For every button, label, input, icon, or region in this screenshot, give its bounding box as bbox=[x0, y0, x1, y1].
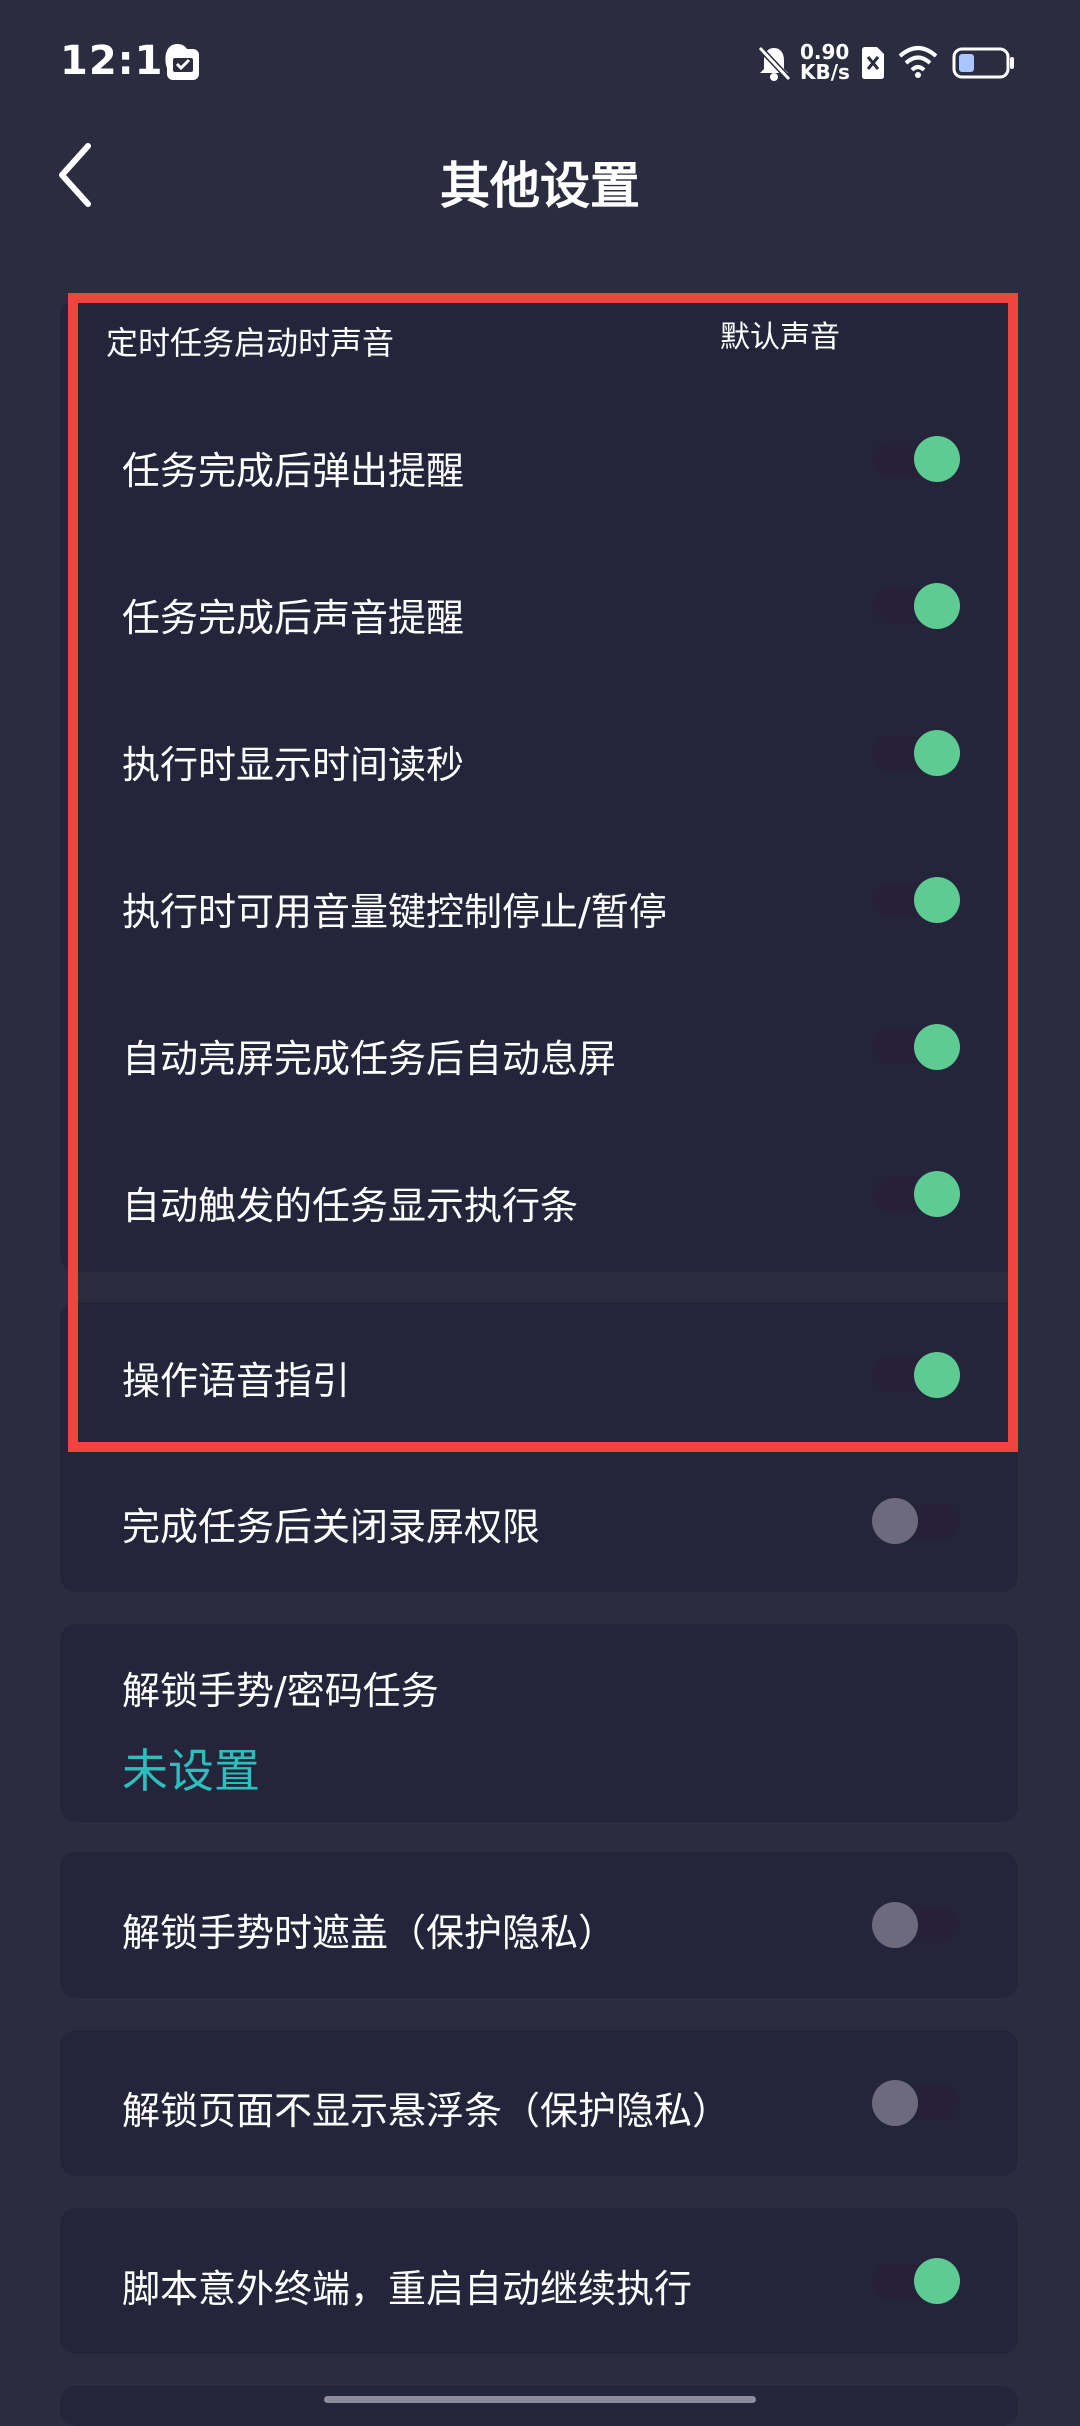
battery-icon bbox=[952, 47, 1014, 79]
setting-row-cover-gesture[interactable]: 解锁手势时遮盖（保护隐私） bbox=[60, 1852, 1018, 1998]
setting-label: 自动触发的任务显示执行条 bbox=[122, 1184, 579, 1228]
setting-row-volume-key[interactable]: 执行时可用音量键控制停止/暂停 bbox=[60, 861, 1018, 961]
toggle-switch[interactable] bbox=[872, 1171, 960, 1217]
calendar-icon bbox=[167, 49, 199, 80]
timed-task-sound-value[interactable]: 默认声音 bbox=[720, 312, 840, 356]
toggle-switch[interactable] bbox=[872, 583, 960, 629]
title-bar: 其他设置 bbox=[0, 120, 1080, 230]
toggle-switch[interactable] bbox=[872, 1902, 960, 1948]
toggle-switch[interactable] bbox=[872, 436, 960, 482]
setting-row-hide-float[interactable]: 解锁页面不显示悬浮条（保护隐私） bbox=[60, 2030, 1018, 2176]
unlock-task-value[interactable]: 未设置 bbox=[122, 1735, 260, 1801]
home-indicator[interactable] bbox=[324, 2396, 756, 2403]
toggle-switch[interactable] bbox=[872, 877, 960, 923]
network-speed: 0.90 KB/s bbox=[800, 40, 850, 84]
wifi-icon bbox=[898, 46, 938, 78]
toggle-switch[interactable] bbox=[872, 1352, 960, 1398]
setting-label: 操作语音指引 bbox=[122, 1359, 351, 1403]
timed-task-sound-label[interactable]: 定时任务启动时声音 bbox=[106, 318, 394, 364]
setting-label: 执行时可用音量键控制停止/暂停 bbox=[122, 890, 667, 934]
toggle-switch[interactable] bbox=[872, 1498, 960, 1544]
toggle-switch[interactable] bbox=[872, 2080, 960, 2126]
setting-row-popup-reminder[interactable]: 任务完成后弹出提醒 bbox=[60, 420, 1018, 520]
setting-row-screen-wake[interactable]: 自动亮屏完成任务后自动息屏 bbox=[60, 1008, 1018, 1108]
setting-label: 自动亮屏完成任务后自动息屏 bbox=[122, 1037, 617, 1081]
settings-card-next bbox=[60, 2386, 1018, 2426]
setting-label: 任务完成后弹出提醒 bbox=[122, 449, 465, 493]
setting-label: 解锁手势时遮盖（保护隐私） bbox=[122, 1911, 617, 1955]
setting-label: 任务完成后声音提醒 bbox=[122, 596, 465, 640]
page-title: 其他设置 bbox=[440, 157, 640, 215]
setting-label: 完成任务后关闭录屏权限 bbox=[122, 1505, 541, 1549]
setting-row-voice-guide[interactable]: 操作语音指引 bbox=[60, 1326, 1018, 1426]
unlock-task-label: 解锁手势/密码任务 bbox=[122, 1669, 439, 1713]
network-speed-value: 0.90 bbox=[800, 40, 850, 64]
network-speed-unit: KB/s bbox=[800, 60, 850, 84]
setting-row-close-record[interactable]: 完成任务后关闭录屏权限 bbox=[60, 1470, 1018, 1574]
setting-label: 执行时显示时间读秒 bbox=[122, 743, 465, 787]
setting-row-countdown[interactable]: 执行时显示时间读秒 bbox=[60, 714, 1018, 814]
status-bar: 12:10 0.90 KB/s bbox=[0, 0, 1080, 130]
sim-off-icon bbox=[862, 47, 884, 79]
setting-label: 脚本意外终端，重启自动继续执行 bbox=[122, 2267, 693, 2311]
setting-row-sound-reminder[interactable]: 任务完成后声音提醒 bbox=[60, 567, 1018, 667]
toggle-switch[interactable] bbox=[872, 1024, 960, 1070]
bell-off-icon bbox=[757, 45, 792, 82]
setting-row-auto-resume[interactable]: 脚本意外终端，重启自动继续执行 bbox=[60, 2208, 1018, 2354]
setting-row-exec-bar[interactable]: 自动触发的任务显示执行条 bbox=[60, 1155, 1018, 1255]
toggle-switch[interactable] bbox=[872, 730, 960, 776]
setting-label: 解锁页面不显示悬浮条（保护隐私） bbox=[122, 2089, 731, 2133]
toggle-switch[interactable] bbox=[872, 2258, 960, 2304]
